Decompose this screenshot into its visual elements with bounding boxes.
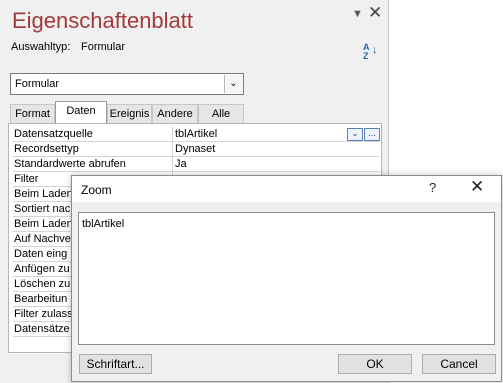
object-selector-value: Formular xyxy=(15,78,60,90)
chevron-down-icon[interactable]: ⌄ xyxy=(347,128,363,141)
builder-button[interactable]: ... xyxy=(364,128,380,141)
property-value[interactable]: tblArtikel xyxy=(175,128,217,140)
zoom-dialog: Zoom ? ✕ tblArtikel Schriftart... OK Can… xyxy=(71,175,502,382)
pane-options-dropdown-icon[interactable]: ▼ xyxy=(352,8,363,20)
selection-type-label: Auswahltyp: xyxy=(11,41,71,53)
close-pane-icon[interactable]: ✕ xyxy=(368,3,382,23)
object-selector-combo[interactable]: Formular ⌄ xyxy=(10,73,244,95)
tab-format[interactable]: Format xyxy=(10,104,55,123)
tab-alle[interactable]: Alle xyxy=(198,104,244,123)
property-name: Standardwerte abrufen xyxy=(14,158,126,170)
table-row[interactable]: Recordsettyp Dynaset xyxy=(13,142,379,157)
ok-button[interactable]: OK xyxy=(338,354,412,374)
table-row[interactable]: Standardwerte abrufen Ja xyxy=(13,157,379,172)
table-row[interactable]: Datensatzquelle tblArtikel ⌄ ... xyxy=(13,127,380,142)
tab-ereignis[interactable]: Ereignis xyxy=(107,104,152,123)
cancel-button[interactable]: Cancel xyxy=(422,354,496,374)
font-button[interactable]: Schriftart... xyxy=(79,354,152,374)
property-name: Recordsettyp xyxy=(14,143,79,155)
property-value[interactable]: Ja xyxy=(175,158,187,170)
zoom-dialog-title: Zoom xyxy=(81,183,112,197)
tab-andere[interactable]: Andere xyxy=(152,104,198,123)
tab-daten[interactable]: Daten xyxy=(55,101,107,123)
close-icon[interactable]: ✕ xyxy=(470,177,484,197)
zoom-titlebar[interactable]: Zoom ? ✕ xyxy=(72,176,501,202)
help-icon[interactable]: ? xyxy=(429,180,436,195)
property-name: Datensatzquelle xyxy=(14,128,93,140)
sort-az-icon[interactable]: A Z ↓ xyxy=(363,43,379,61)
property-value[interactable]: Dynaset xyxy=(175,143,215,155)
selection-type-value: Formular xyxy=(81,41,126,53)
property-sheet-title: Eigenschaftenblatt xyxy=(12,8,194,33)
chevron-down-icon[interactable]: ⌄ xyxy=(224,75,242,93)
zoom-text-value: tblArtikel xyxy=(82,218,125,230)
zoom-text-area[interactable]: tblArtikel xyxy=(78,212,495,345)
